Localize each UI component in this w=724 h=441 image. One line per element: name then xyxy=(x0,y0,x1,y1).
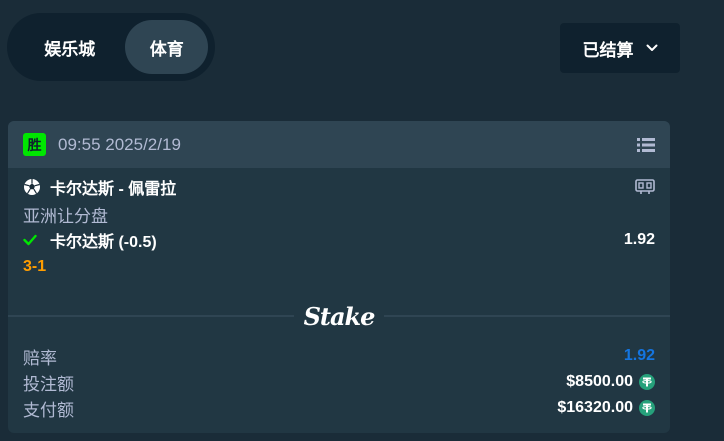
match-row[interactable]: 卡尔达斯 - 佩雷拉 xyxy=(23,175,655,199)
odds-label: 赔率 xyxy=(23,348,57,368)
summary-row-stake: 投注额 $8500.00 xyxy=(23,370,655,394)
selection-row: 卡尔达斯 (-0.5) 1.92 xyxy=(23,229,655,251)
match-score: 3-1 xyxy=(23,258,47,275)
filter-label: 已结算 xyxy=(582,40,634,60)
scoreboard-icon[interactable] xyxy=(635,179,655,195)
payout-label: 支付额 xyxy=(23,400,74,420)
bet-timestamp: 09:55 2025/2/19 xyxy=(58,134,181,154)
odds-value: 1.92 xyxy=(623,347,655,364)
stake-value: $8500.00 xyxy=(566,373,633,390)
summary-row-payout: 支付额 $16320.00 xyxy=(23,396,655,420)
bet-history-page: 娱乐城 体育 已结算 胜 09:55 2025/2/19 卡尔达斯 - 佩雷拉 … xyxy=(0,0,724,441)
tether-coin-icon xyxy=(639,374,655,390)
stake-logo: Stake xyxy=(303,301,376,331)
summary-row-odds: 赔率 1.92 xyxy=(23,344,655,368)
bet-card[interactable]: 胜 09:55 2025/2/19 卡尔达斯 - 佩雷拉 亚洲让分盘 卡尔达斯 … xyxy=(8,121,670,433)
tab-casino[interactable]: 娱乐城 xyxy=(14,20,125,74)
soccer-ball-icon xyxy=(23,178,41,196)
payout-value: $16320.00 xyxy=(557,399,633,416)
settled-filter-dropdown[interactable]: 已结算 xyxy=(560,23,680,73)
selection-name: 卡尔达斯 (-0.5) xyxy=(50,234,157,251)
divider-left xyxy=(8,315,294,317)
divider-right xyxy=(384,315,670,317)
tether-coin-icon xyxy=(639,400,655,416)
match-title[interactable]: 卡尔达斯 - 佩雷拉 xyxy=(50,175,176,199)
list-icon[interactable] xyxy=(637,137,655,152)
tab-sports[interactable]: 体育 xyxy=(125,20,208,74)
market-name: 亚洲让分盘 xyxy=(23,207,108,226)
bet-type-tabs: 娱乐城 体育 xyxy=(7,13,215,81)
win-badge: 胜 xyxy=(23,133,46,156)
bet-card-header: 胜 09:55 2025/2/19 xyxy=(8,121,670,168)
checkmark-icon xyxy=(23,234,37,246)
stake-label: 投注额 xyxy=(23,374,74,394)
selection-odds: 1.92 xyxy=(623,231,655,248)
chevron-down-icon xyxy=(646,44,658,52)
